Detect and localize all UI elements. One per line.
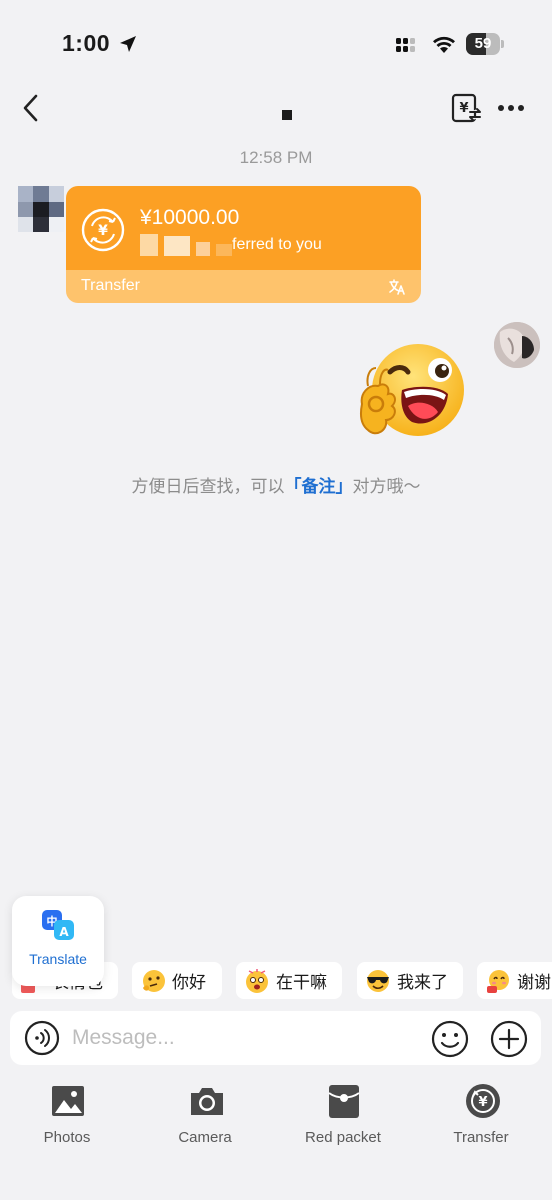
remark-link[interactable]: 「备注」 [285, 477, 353, 496]
transfer-label: Transfer [81, 277, 140, 294]
quick-reply-label: 在干嘛 [276, 973, 327, 992]
message-input-bar [10, 1011, 541, 1065]
nav-bar: ¥ [0, 80, 552, 136]
status-time: 1:00 [62, 30, 111, 56]
hint-prefix: 方便日后查找，可以 [131, 477, 285, 496]
transfer-record-icon[interactable]: ¥ [450, 92, 482, 124]
svg-text:¥: ¥ [98, 223, 108, 239]
transfer-button[interactable]: ¥ Transfer [426, 1080, 536, 1150]
quick-reply-chip[interactable]: 我来了 [357, 962, 463, 999]
avatar-pixel [18, 202, 33, 217]
status-bar: 1:00 59 [0, 0, 552, 80]
my-avatar[interactable] [494, 322, 540, 368]
translate-app-icon: 中 A [42, 910, 74, 940]
quick-reply-chip[interactable]: 你好 [132, 962, 222, 999]
redacted-name [140, 234, 232, 256]
avatar-pixel [33, 186, 49, 202]
redact-pixel [164, 236, 190, 256]
remark-hint: 方便日后查找，可以「备注」对方哦～ [0, 472, 552, 497]
translate-label: Translate [29, 951, 87, 967]
transfer-circle-icon: ¥ [81, 208, 125, 252]
redact-pixel [196, 242, 210, 256]
photo-icon [52, 1086, 84, 1116]
signal-icon [396, 38, 415, 52]
battery-tip [501, 40, 504, 48]
back-button[interactable] [14, 90, 50, 126]
bottom-toolbar: Photos Camera Red packet ¥ Transfer [0, 1080, 552, 1150]
transfer-amount: ¥10000.00 [140, 206, 240, 229]
hint-suffix: 对方哦～ [352, 477, 421, 496]
emoji-icon[interactable] [431, 1020, 469, 1058]
svg-text:A: A [59, 925, 69, 939]
avatar-pixel [49, 186, 64, 202]
tool-label: Photos [43, 1129, 91, 1146]
message-input[interactable] [72, 1019, 412, 1057]
sunglasses-face-icon [367, 969, 389, 992]
red-packet-button[interactable]: Red packet [288, 1080, 398, 1150]
svg-text:¥: ¥ [478, 1095, 487, 1110]
translate-icon[interactable] [388, 278, 406, 296]
camera-icon [191, 1088, 223, 1115]
red-packet-icon [328, 1085, 360, 1118]
quick-reply-label: 我来了 [397, 973, 448, 992]
transfer-card-footer: Transfer [66, 270, 421, 303]
avatar-pixel [33, 217, 49, 232]
dizzy-face-icon [246, 968, 268, 993]
photos-button[interactable]: Photos [12, 1080, 122, 1150]
camera-button[interactable]: Camera [150, 1080, 260, 1150]
transfer-description: ferred to you [232, 236, 322, 253]
quick-reply-label: 谢谢 [517, 973, 551, 992]
voice-input-icon[interactable] [24, 1020, 60, 1056]
avatar-pixel [18, 217, 33, 232]
chat-title [282, 110, 292, 120]
wink-ok-emoji-sticker[interactable] [358, 342, 470, 442]
quick-reply-chip[interactable]: 谢谢 [477, 962, 552, 999]
redact-pixel [216, 244, 232, 256]
redact-pixel [140, 234, 158, 256]
transfer-card-body: ¥ ¥10000.00 ferred to you [66, 186, 421, 270]
tool-label: Red packet [305, 1129, 381, 1146]
location-arrow-icon [120, 36, 136, 52]
more-options-icon[interactable] [496, 94, 526, 122]
avatar-pixel [49, 202, 64, 217]
avatar-pixel [18, 186, 33, 202]
thanks-face-icon [487, 969, 509, 993]
translate-button[interactable]: 中 A Translate [12, 896, 104, 986]
wifi-icon [433, 36, 455, 53]
my-avatar-image [494, 322, 540, 368]
quick-reply-label: 你好 [172, 973, 206, 992]
sender-avatar[interactable] [18, 186, 64, 232]
tool-label: Transfer [453, 1129, 509, 1146]
transfer-icon: ¥ [466, 1084, 500, 1118]
tool-label: Camera [178, 1129, 232, 1146]
quick-reply-chip[interactable]: 在干嘛 [236, 962, 342, 999]
battery-indicator: 59 [466, 33, 504, 55]
battery-level: 59 [474, 35, 492, 52]
thinking-face-icon [143, 969, 165, 992]
svg-text:¥: ¥ [459, 101, 468, 116]
transfer-message-card[interactable]: ¥ ¥10000.00 ferred to you Transfer [66, 186, 421, 303]
battery-body: 59 [466, 33, 500, 55]
avatar-pixel [49, 217, 64, 232]
avatar-pixel [33, 202, 49, 217]
add-icon[interactable] [490, 1020, 528, 1058]
message-timestamp: 12:58 PM [239, 148, 313, 167]
